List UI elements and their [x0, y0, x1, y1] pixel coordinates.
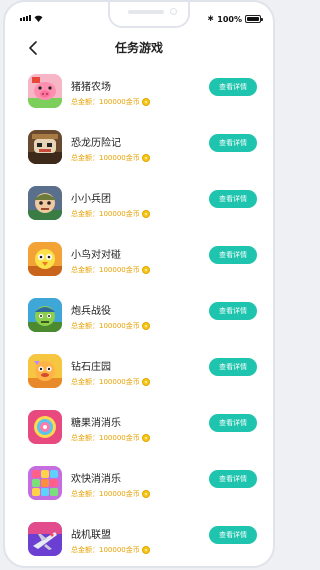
game-reward: 总金额：100000金币	[71, 209, 150, 219]
reward-text: 总金额：100000金币	[71, 322, 140, 330]
nav-bar: 任务游戏	[5, 34, 273, 62]
game-reward: 总金额：100000金币	[71, 265, 150, 275]
view-details-button[interactable]: 查看详情	[209, 302, 257, 320]
pig-farm-icon	[28, 74, 62, 108]
coin-icon	[141, 266, 150, 274]
game-reward: 总金额：100000金币	[71, 545, 150, 555]
view-details-button[interactable]: 查看详情	[209, 190, 257, 208]
phone-frame: ∗ 100% 任务游戏 猪猪农场 总金额：100000金币 查看详情 恐龙历险记…	[3, 0, 275, 568]
view-details-button[interactable]: 查看详情	[209, 470, 257, 488]
signal-icon	[20, 15, 31, 21]
bluetooth-icon: ∗	[206, 14, 215, 24]
fighter-jet-icon	[28, 522, 62, 556]
reward-text: 总金额：100000金币	[71, 210, 140, 218]
soldier-icon	[28, 186, 62, 220]
coin-icon	[141, 154, 150, 162]
coin-icon	[141, 546, 150, 554]
game-reward: 总金额：100000金币	[71, 97, 150, 107]
coin-icon	[141, 210, 150, 218]
game-reward: 总金额：100000金币	[71, 153, 150, 163]
game-name: 恐龙历险记	[71, 138, 121, 149]
view-details-button[interactable]: 查看详情	[209, 134, 257, 152]
view-details-button[interactable]: 查看详情	[209, 246, 257, 264]
artillery-icon	[28, 298, 62, 332]
battery-icon	[245, 15, 263, 23]
battery-percent: 100%	[217, 14, 242, 24]
game-reward: 总金额：100000金币	[71, 321, 150, 331]
list-item: 炮兵战役 总金额：100000金币 查看详情	[5, 298, 273, 354]
reward-text: 总金额：100000金币	[71, 266, 140, 274]
diamond-manor-icon	[28, 354, 62, 388]
coin-icon	[141, 378, 150, 386]
list-item: 欢快消消乐 总金额：100000金币 查看详情	[5, 466, 273, 522]
view-details-button[interactable]: 查看详情	[209, 526, 257, 544]
coin-icon	[141, 490, 150, 498]
status-bar: ∗ 100%	[5, 2, 273, 32]
game-name: 欢快消消乐	[71, 474, 121, 485]
game-name: 战机联盟	[71, 530, 111, 541]
game-reward: 总金额：100000金币	[71, 489, 150, 499]
view-details-button[interactable]: 查看详情	[209, 358, 257, 376]
list-item: 恐龙历险记 总金额：100000金币 查看详情	[5, 130, 273, 186]
reward-text: 总金额：100000金币	[71, 546, 140, 554]
reward-text: 总金额：100000金币	[71, 434, 140, 442]
list-item: 钻石庄园 总金额：100000金币 查看详情	[5, 354, 273, 410]
game-name: 猪猪农场	[71, 82, 111, 93]
reward-text: 总金额：100000金币	[71, 490, 140, 498]
view-details-button[interactable]: 查看详情	[209, 78, 257, 96]
list-item: 小小兵团 总金额：100000金币 查看详情	[5, 186, 273, 242]
list-item: 小鸟对对碰 总金额：100000金币 查看详情	[5, 242, 273, 298]
list-item: 战机联盟 总金额：100000金币 查看详情	[5, 522, 273, 566]
happy-match-icon	[28, 466, 62, 500]
wifi-icon	[34, 15, 43, 22]
status-right: ∗ 100%	[206, 14, 263, 24]
page-title: 任务游戏	[114, 41, 163, 55]
game-name: 炮兵战役	[71, 306, 111, 317]
game-name: 钻石庄园	[71, 362, 111, 373]
dinosaur-icon	[28, 130, 62, 164]
game-name: 小小兵团	[71, 194, 111, 205]
coin-icon	[141, 434, 150, 442]
list-item: 糖果消消乐 总金额：100000金币 查看详情	[5, 410, 273, 466]
candy-icon	[28, 410, 62, 444]
game-reward: 总金额：100000金币	[71, 377, 150, 387]
list-item: 猪猪农场 总金额：100000金币 查看详情	[5, 74, 273, 130]
game-name: 小鸟对对碰	[71, 250, 121, 261]
game-reward: 总金额：100000金币	[71, 433, 150, 443]
reward-text: 总金额：100000金币	[71, 154, 140, 162]
reward-text: 总金额：100000金币	[71, 378, 140, 386]
game-name: 糖果消消乐	[71, 418, 121, 429]
coin-icon	[141, 322, 150, 330]
bird-icon	[28, 242, 62, 276]
coin-icon	[141, 98, 150, 106]
view-details-button[interactable]: 查看详情	[209, 414, 257, 432]
reward-text: 总金额：100000金币	[71, 98, 140, 106]
